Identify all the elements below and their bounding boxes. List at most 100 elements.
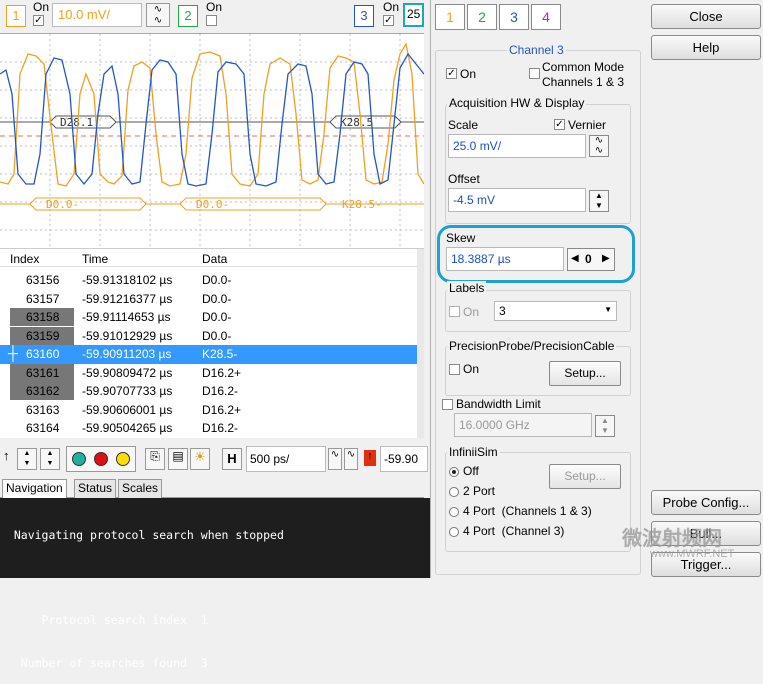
radio-2-port[interactable] [449,487,459,497]
tab-channel-1[interactable]: 1 [435,4,465,30]
tab-channel-3[interactable]: 3 [499,4,529,30]
row-data: D0.0- [202,310,232,324]
print-icon[interactable]: ▤ [168,448,188,470]
waveform-display[interactable]: D28.1 K28.5 D0.0- D0.0- K28.5- [0,33,424,248]
yellow-marker-icon[interactable] [116,452,130,466]
position-field[interactable]: -59.90 [380,446,428,472]
trigger-position-icon[interactable]: ↑ [364,450,376,466]
close-button[interactable]: Close [651,4,761,29]
nav-stepper-2[interactable]: ▲ ▼ [40,448,60,470]
probe-setup-button[interactable]: Setup... [549,361,621,386]
horizontal-button[interactable]: H [222,448,242,470]
scale-label: Scale [448,118,479,132]
scale-field[interactable]: 25.0 mV/ [448,134,586,158]
help-button[interactable]: Help [651,35,761,60]
table-row-selected[interactable]: ┼ 63160 -59.90911203 µs K28.5- [0,345,418,364]
bandwidth-limit-checkbox[interactable] [442,399,453,410]
row-data: D0.0- [202,273,232,287]
screenshot-icon[interactable]: ⎘ [145,448,165,470]
waveform-svg: D28.1 K28.5 D0.0- D0.0- K28.5- [0,34,424,248]
probe-on-checkbox[interactable] [449,364,460,375]
row-index: 63161 [10,363,74,382]
tab-channel-2[interactable]: 2 [467,4,497,30]
table-row[interactable]: 63161 -59.90809472 µs D16.2+ [0,363,418,383]
tab-scales[interactable]: Scales [118,479,163,498]
ch2-on-label: On [206,0,223,14]
channel-on-checkbox[interactable]: ✓ [446,68,457,79]
ch1-on-checkbox[interactable]: ✓ [33,15,44,26]
vernier-checkbox[interactable]: ✓ [554,119,565,130]
ch3-on-checkbox[interactable]: ✓ [383,15,394,26]
teal-marker-icon[interactable] [72,452,86,466]
ch1-scale-field[interactable]: 10.0 mV/ [52,3,142,27]
row-data: D16.2+ [202,402,242,417]
table-row[interactable]: 63158 -59.91114653 µs D0.0- [0,308,418,327]
header-time[interactable]: Time [82,252,108,266]
color-buttons [66,446,136,472]
timebase-stepper[interactable]: ∿ [328,448,342,470]
console-line: Protocol search index 1 [0,613,208,627]
row-data: D16.2+ [202,365,242,380]
scale-stepper[interactable]: ∿ ∿ [589,135,609,157]
nav-stepper[interactable]: ▲ ▼ [17,448,37,470]
table-row[interactable]: 63157 -59.91216377 µs D0.0- [0,290,418,309]
skew-zero-button[interactable]: 0 [585,252,592,266]
timebase-field[interactable]: 500 ps/ [246,446,326,472]
row-time: -59.91012929 µs [82,328,173,343]
console-line: Number of searches found 3 [0,655,208,670]
common-mode-sub-label: Channels 1 & 3 [542,75,625,89]
offset-field[interactable]: -4.5 mV [448,188,586,212]
navigation-console: Navigating protocol search when stopped … [0,498,430,670]
bandwidth-limit-label: Bandwidth Limit [456,397,541,411]
table-row[interactable]: 63163 -59.90606001 µs D16.2+ [0,401,418,420]
ch3-scale-field[interactable]: 25 [403,3,424,27]
tab-channel-4[interactable]: 4 [531,4,561,30]
channel-1-button[interactable]: 1 [6,5,26,27]
tab-navigation[interactable]: Navigation [2,479,67,498]
skew-right-icon[interactable]: ▶ [602,253,610,264]
table-row[interactable]: 63162 -59.90707733 µs D16.2- [0,382,418,401]
row-index: 63162 [10,382,74,400]
decode-label-d28: D28.1 [60,116,93,129]
up-arrow-icon[interactable]: ↑ [3,448,10,463]
skew-left-icon[interactable]: ◀ [571,253,579,264]
header-index[interactable]: Index [10,252,39,266]
skew-control: ◀ 0 ▶ [567,248,615,271]
radio-4-port-ch1-3[interactable] [449,507,459,517]
row-index: 63156 [26,273,60,287]
infinisim-setup-button[interactable]: Setup... [549,464,621,489]
red-marker-icon[interactable] [94,452,108,466]
header-data[interactable]: Data [202,252,227,266]
channel-2-button[interactable]: 2 [178,5,198,27]
radio-4-port-ch1-3-label: 4 Port (Channels 1 & 3) [463,504,592,518]
labels-select[interactable]: 3 ▼ [494,301,617,321]
probe-config-button[interactable]: Probe Config... [651,490,761,515]
table-row[interactable]: 63164 -59.90504265 µs D16.2- [0,419,418,438]
labels-on-checkbox[interactable] [449,306,460,317]
row-data: D0.0- [202,291,232,306]
channel-3-button[interactable]: 3 [354,5,374,27]
row-time: -59.90707733 µs [82,384,173,398]
info-tabs: Navigation Status Scales [0,478,424,498]
protocol-table: Index Time Data 63156 -59.91318102 µs D0.0… [0,248,424,438]
ch2-on-checkbox[interactable] [206,15,217,26]
table-row[interactable]: 63156 -59.91318102 µs D0.0- [0,271,418,290]
timebase-stepper-2[interactable]: ∿ [344,448,358,470]
offset-stepper[interactable]: ▲ ▼ [589,190,609,212]
decode-label-k28-bottom: K28.5- [342,198,382,211]
tab-status[interactable]: Status [74,479,117,498]
bandwidth-field[interactable]: 16.0000 GHz [454,413,592,437]
brightness-icon[interactable]: ☀ [190,448,210,470]
row-time: -59.90911203 µs [82,347,172,361]
table-scrollbar[interactable] [417,249,424,438]
skew-field[interactable]: 18.3887 µs [446,247,564,271]
table-row[interactable]: 63159 -59.91012929 µs D0.0- [0,326,418,346]
bandwidth-stepper[interactable]: ▲ ▼ [595,415,615,437]
radio-4-port-ch3[interactable] [449,527,459,537]
common-mode-label: Common Mode [542,60,625,74]
watermark-text: 微波射频网 [622,528,722,550]
row-index: 63160 [26,347,60,361]
radio-off[interactable] [449,467,459,477]
ch1-scale-stepper[interactable]: ∿ ∿ [146,3,170,27]
common-mode-checkbox[interactable] [529,68,540,79]
